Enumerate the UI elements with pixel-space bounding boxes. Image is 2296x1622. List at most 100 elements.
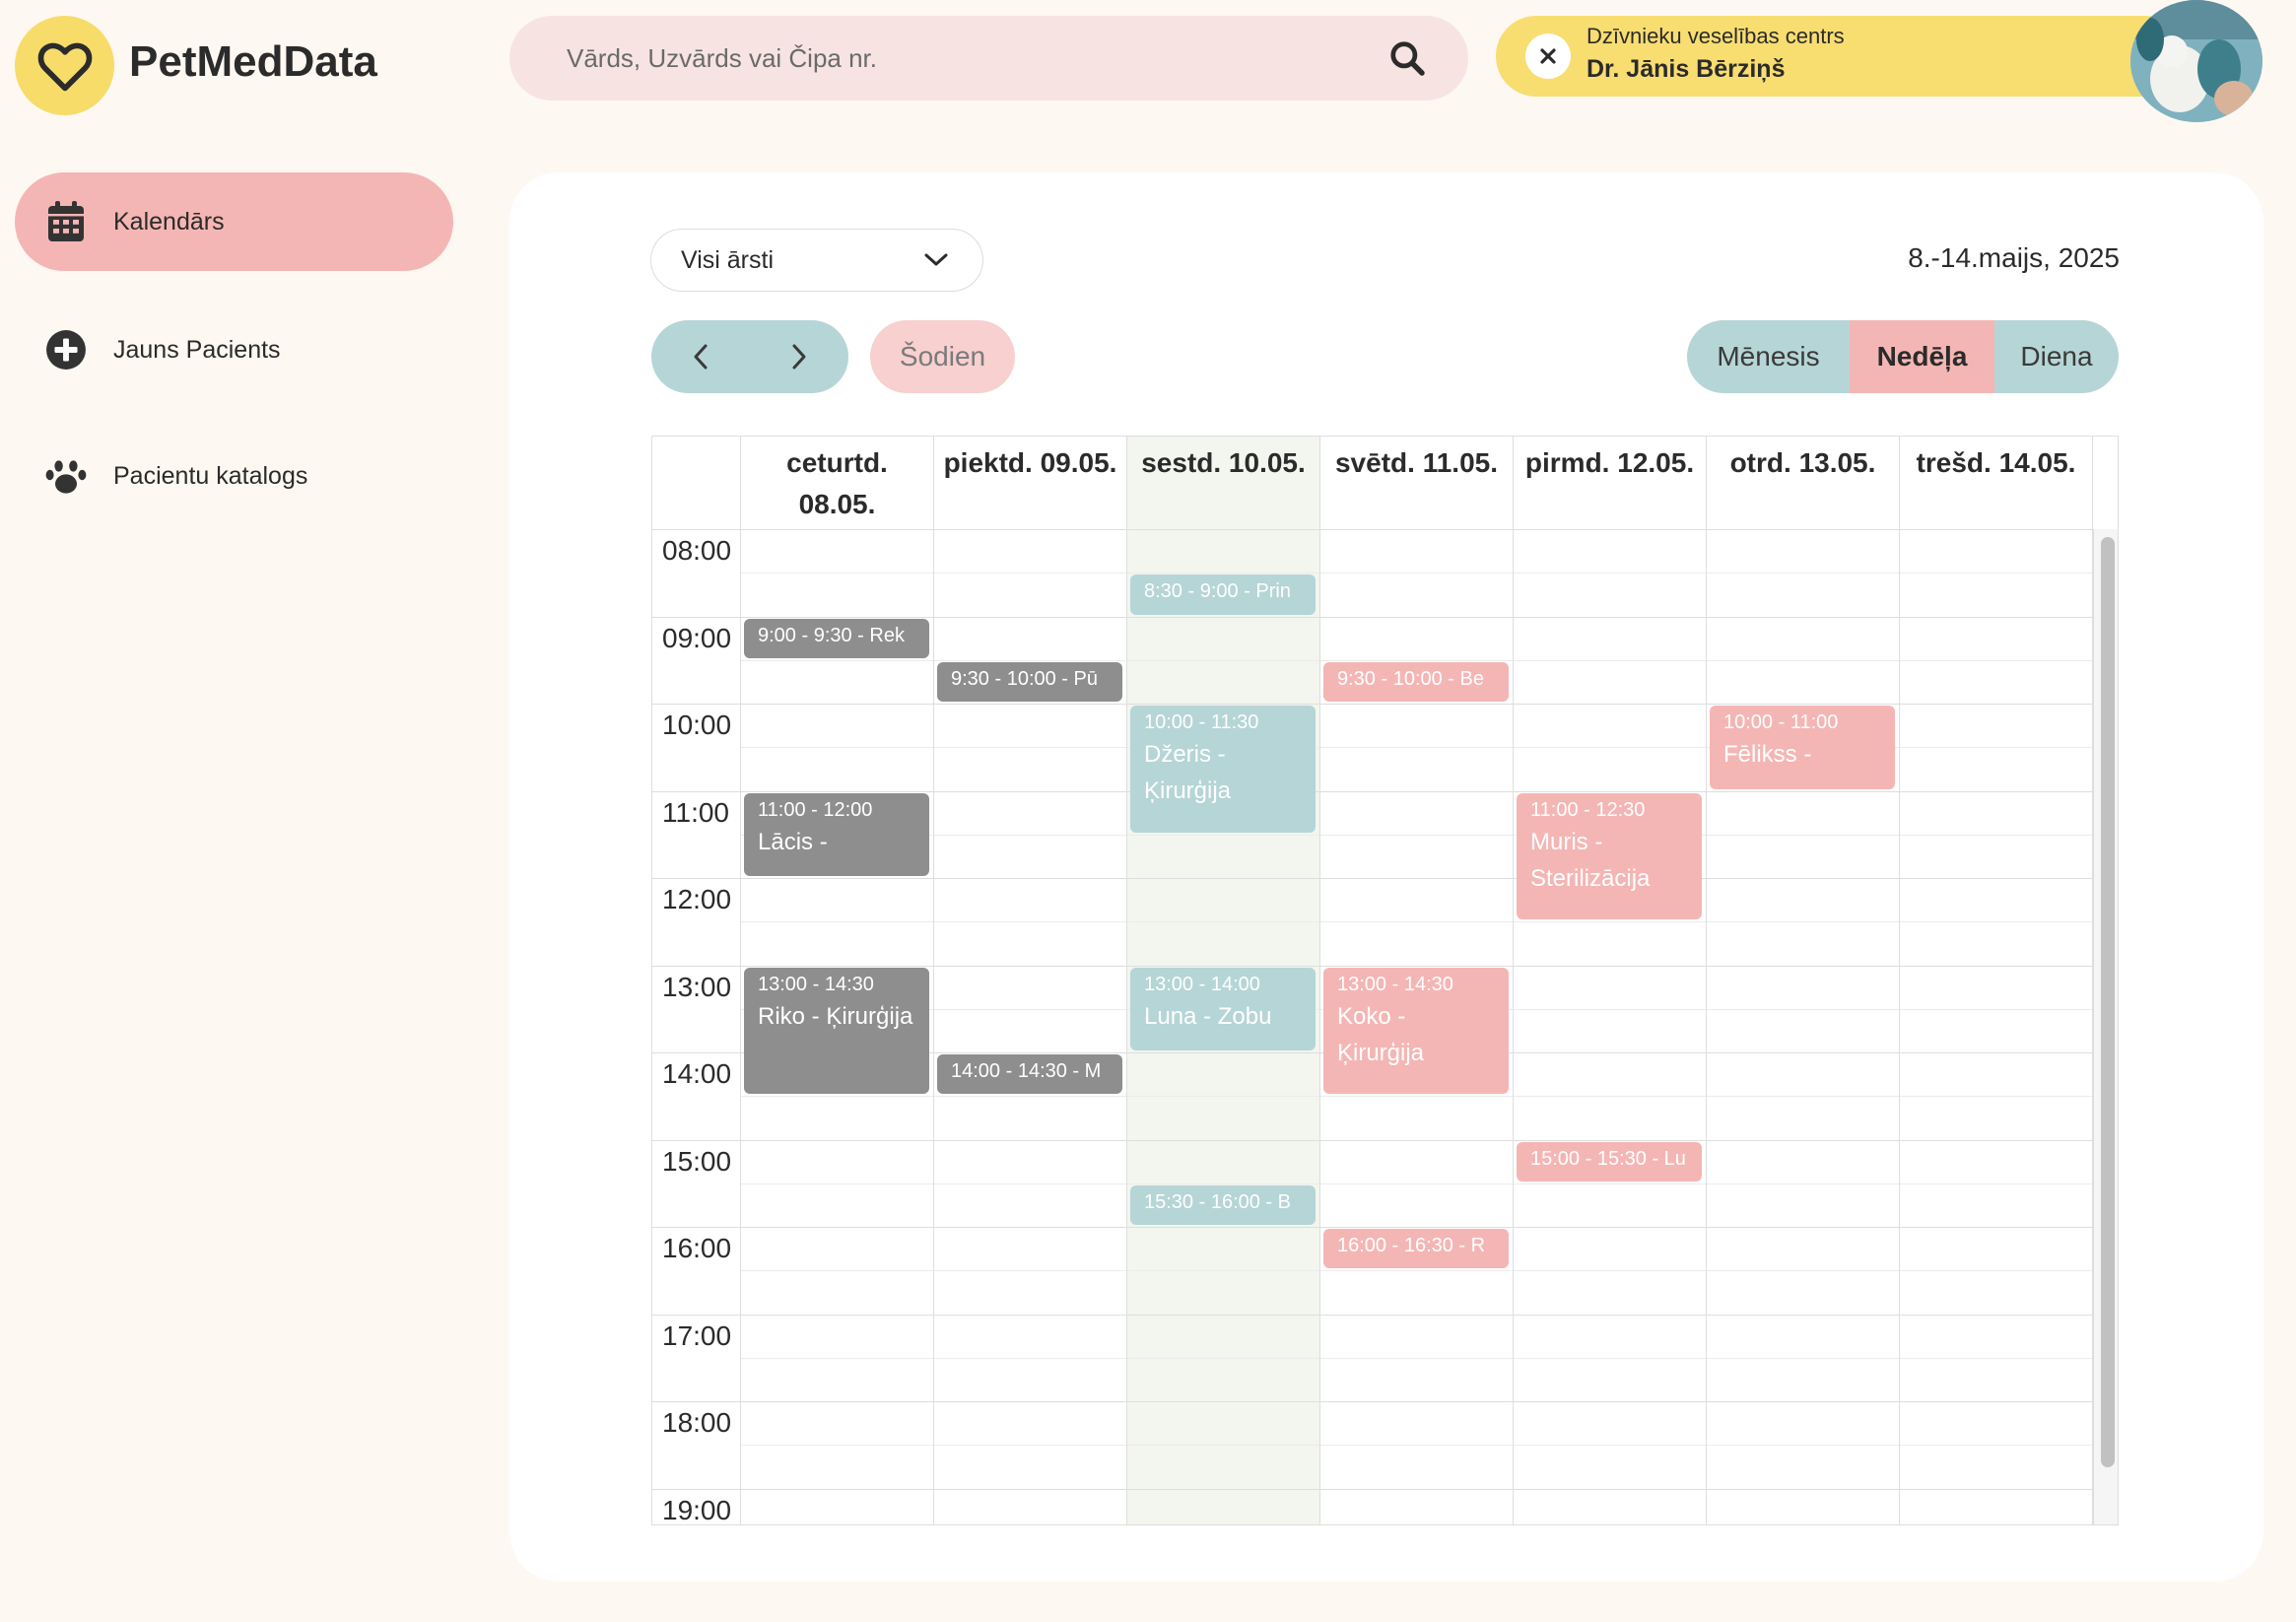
half-hour-gridline — [741, 1096, 2093, 1098]
event-time: 9:30 - 10:00 - Pū — [951, 667, 1098, 690]
view-week-button[interactable]: Nedēļa — [1850, 320, 1994, 393]
sidebar-item-new-patient[interactable]: Jauns Pacients — [15, 301, 453, 399]
day-header-label: piektd. 09.05. — [943, 447, 1117, 478]
day-header[interactable]: trešd. 14.05. — [1900, 437, 2093, 529]
view-month-button[interactable]: Mēnesis — [1687, 320, 1850, 393]
app-name: PetMedData — [129, 37, 377, 86]
day-header-label: sestd. 10.05. — [1141, 447, 1306, 478]
calendar-event[interactable]: 14:00 - 14:30 - M — [937, 1054, 1122, 1095]
search-icon — [1390, 41, 1425, 76]
day-column-divider — [1513, 529, 1514, 1524]
scrollbar-thumb[interactable] — [2101, 537, 2115, 1467]
sidebar-item-label: Jauns Pacients — [113, 335, 281, 364]
event-description: Riko - Ķirurģija — [758, 1002, 913, 1030]
next-week-button[interactable] — [750, 320, 848, 393]
calendar-event[interactable]: 13:00 - 14:00 Luna - Zobu — [1130, 967, 1316, 1050]
time-label: 16:00 — [662, 1233, 732, 1263]
calendar-event[interactable]: 11:00 - 12:00 Lācis - — [744, 792, 929, 876]
hour-gridline — [652, 1227, 2093, 1228]
view-switcher: Mēnesis Nedēļa Diena — [1687, 320, 2119, 393]
plus-circle-icon — [44, 328, 88, 372]
event-time: 13:00 - 14:00 — [1144, 973, 1260, 995]
date-range-title: 8.-14.maijs, 2025 — [1908, 242, 2120, 273]
calendar-event[interactable]: 10:00 - 11:30 Džeris - Ķirurģija — [1130, 706, 1316, 833]
event-time: 16:00 - 16:30 - R — [1337, 1235, 1486, 1256]
day-header-label: pirmd. 12.05. — [1524, 447, 1695, 478]
day-header[interactable]: sestd. 10.05. — [1127, 437, 1320, 529]
day-header[interactable]: ceturtd. 08.05. — [741, 437, 934, 529]
day-header-label: ceturtd. — [786, 447, 888, 478]
clinic-name: Dzīvnieku veselības centrs — [1587, 24, 1845, 48]
user-panel: Dzīvnieku veselības centrs Dr. Jānis Bēr… — [1496, 16, 2186, 97]
sidebar-item-patient-catalog[interactable]: Pacientu katalogs — [15, 427, 453, 525]
half-hour-gridline — [741, 1270, 2093, 1272]
paw-icon — [44, 454, 88, 498]
chevron-down-icon — [924, 253, 948, 266]
event-time: 10:00 - 11:30 — [1144, 711, 1259, 733]
close-icon — [1540, 48, 1556, 64]
calendar-event[interactable]: 9:30 - 10:00 - Be — [1323, 661, 1509, 702]
week-navigation — [651, 320, 848, 393]
sidebar-item-label: Kalendārs — [113, 207, 225, 236]
half-hour-gridline — [741, 921, 2093, 923]
doctor-filter-select[interactable]: Visi ārsti — [650, 229, 983, 292]
day-header[interactable]: otrd. 13.05. — [1707, 437, 1900, 529]
hour-gridline — [652, 790, 2093, 792]
view-day-button[interactable]: Diena — [1994, 320, 2119, 393]
calendar-event[interactable]: 13:00 - 14:30 Riko - Ķirurģija — [744, 967, 929, 1095]
event-time: 15:00 - 15:30 - Lu — [1530, 1147, 1686, 1170]
search-input[interactable] — [567, 42, 1385, 74]
event-description: Lācis - — [758, 828, 828, 855]
sidebar-item-calendar[interactable]: Kalendārs — [15, 172, 453, 271]
time-label: 08:00 — [662, 535, 732, 566]
event-time: 13:00 - 14:30 — [758, 973, 874, 995]
app-logo[interactable] — [15, 16, 114, 115]
hour-gridline — [652, 704, 2093, 705]
calendar-event[interactable]: 9:30 - 10:00 - Pū — [937, 661, 1122, 702]
day-column-divider — [740, 529, 741, 1524]
half-hour-gridline — [741, 1357, 2093, 1359]
calendar-event[interactable]: 9:00 - 9:30 - Rek — [744, 618, 929, 658]
event-description: Muris - Sterilizācija — [1530, 828, 1651, 892]
calendar-event[interactable]: 8:30 - 9:00 - Prin — [1130, 574, 1316, 615]
week-calendar-grid: ceturtd. 08.05. piektd. 09.05. sestd. 10.05… — [651, 436, 2119, 1525]
event-description: Koko - Ķirurģija — [1337, 1002, 1425, 1066]
day-header-label: svētd. 11.05. — [1334, 447, 1498, 478]
event-description: Luna - Zobu — [1144, 1002, 1272, 1030]
calendar-event[interactable]: 11:00 - 12:30 Muris - Sterilizācija — [1517, 792, 1702, 920]
event-time: 14:00 - 14:30 - M — [951, 1060, 1102, 1082]
today-button[interactable]: Šodien — [870, 320, 1015, 393]
calendar-event[interactable]: 15:30 - 16:00 - B — [1130, 1184, 1316, 1225]
time-label: 17:00 — [662, 1319, 732, 1351]
calendar-icon — [44, 200, 88, 243]
sidebar-item-label: Pacientu katalogs — [113, 461, 308, 490]
half-hour-gridline — [741, 573, 2093, 574]
header-divider — [652, 529, 2093, 530]
hour-gridline — [652, 1314, 2093, 1316]
logout-button[interactable] — [1525, 34, 1571, 79]
time-label: 15:00 — [662, 1145, 732, 1177]
vet-photo-icon — [2130, 0, 2262, 122]
day-header-label: trešd. 14.05. — [1916, 447, 2076, 478]
prev-week-button[interactable] — [651, 320, 750, 393]
event-time: 11:00 - 12:30 — [1530, 798, 1646, 821]
day-column-divider — [1126, 529, 1127, 1524]
day-column-divider — [1899, 529, 1900, 1524]
doctor-filter-value: Visi ārsti — [681, 245, 775, 274]
doctor-name: Dr. Jānis Bērziņš — [1587, 55, 1786, 83]
search-bar — [509, 16, 1468, 101]
time-label: 13:00 — [662, 971, 732, 1002]
chevron-right-icon — [792, 344, 806, 370]
day-header[interactable]: piektd. 09.05. — [934, 437, 1127, 529]
avatar[interactable] — [2130, 0, 2262, 122]
calendar-event[interactable]: 16:00 - 16:30 - R — [1323, 1229, 1509, 1269]
calendar-event[interactable]: 10:00 - 11:00 Fēlikss - — [1710, 706, 1895, 789]
calendar-event[interactable]: 15:00 - 15:30 - Lu — [1517, 1141, 1702, 1182]
calendar-event[interactable]: 13:00 - 14:30 Koko - Ķirurģija — [1323, 967, 1509, 1095]
half-hour-gridline — [741, 659, 2093, 661]
day-column-divider — [1706, 529, 1707, 1524]
day-header[interactable]: svētd. 11.05. — [1320, 437, 1514, 529]
hour-gridline — [652, 1488, 2093, 1490]
day-header[interactable]: pirmd. 12.05. — [1514, 437, 1707, 529]
search-button[interactable] — [1385, 36, 1429, 80]
